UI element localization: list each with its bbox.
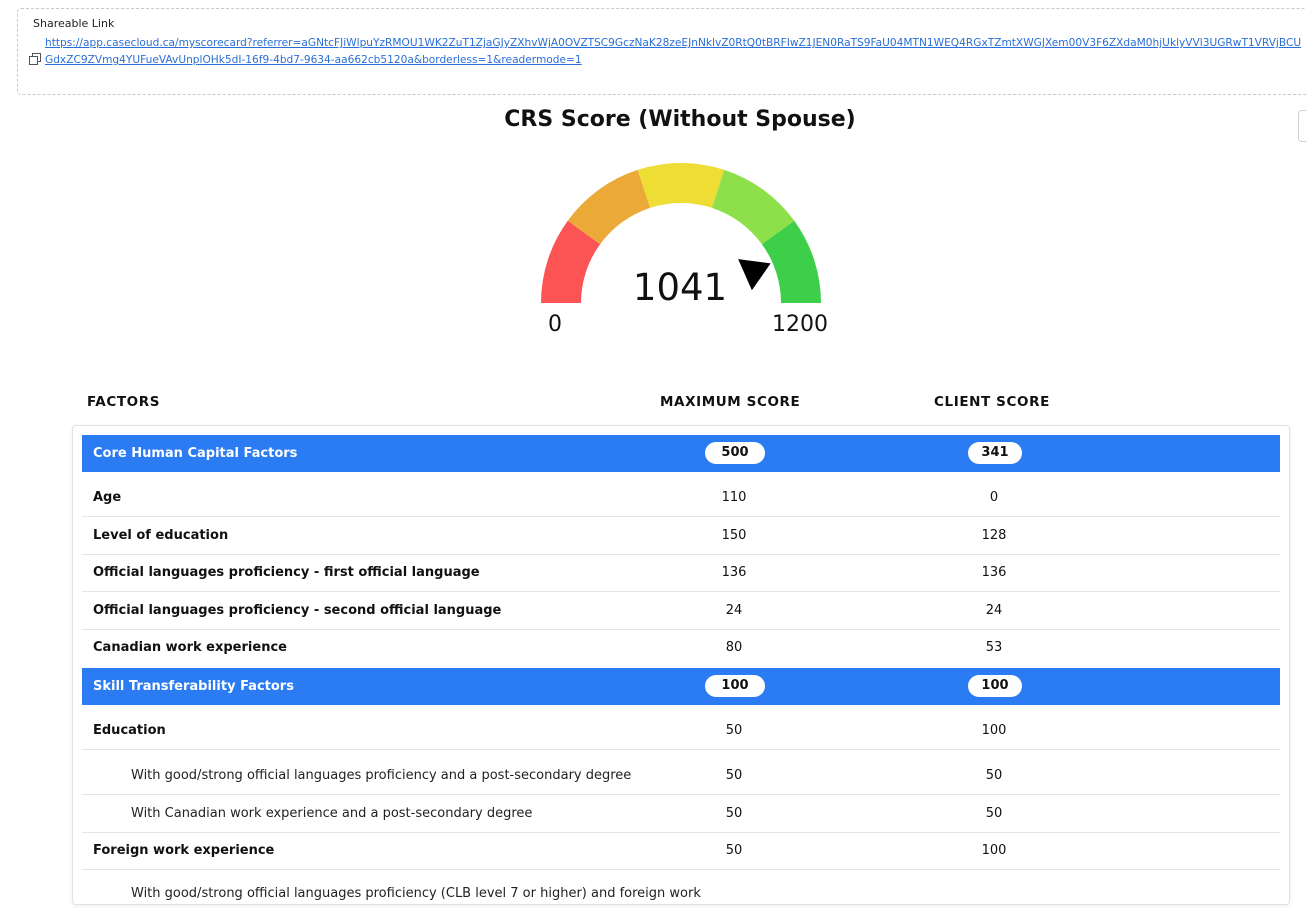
table-row: Level of education 150 128 [82,517,1280,555]
client-score: 128 [981,528,1007,543]
gauge-min-label: 0 [548,312,562,337]
factor-label: Level of education [93,528,229,543]
maximum-score-column-header: MAXIMUM SCORE [660,394,801,410]
gauge-pointer [738,259,771,291]
table-row: Canadian work experience 80 53 [82,630,1280,668]
gauge-segment [637,163,725,208]
shareable-link-label: Shareable Link [33,17,115,30]
factor-label: Official languages proficiency - first o… [93,565,480,580]
factor-label: Official languages proficiency - second … [93,603,502,618]
factor-label: With good/strong official languages prof… [131,886,701,901]
client-score: 53 [985,640,1003,655]
client-score: 136 [981,565,1007,580]
max-score-badge: 500 [705,442,765,464]
group-row-core-human-capital: Core Human Capital Factors 500 341 [82,435,1280,472]
max-score: 150 [721,528,747,543]
factor-label: With good/strong official languages prof… [131,768,632,783]
table-row: Official languages proficiency - second … [82,592,1280,630]
group-row-skill-transferability: Skill Transferability Factors 100 100 [82,668,1280,705]
max-score: 50 [725,806,743,821]
client-score: 50 [985,806,1003,821]
table-row: With good/strong official languages prof… [82,750,1280,795]
client-score: 100 [981,723,1007,738]
group-label: Skill Transferability Factors [93,679,294,694]
copy-icon[interactable] [29,53,41,65]
client-score: 24 [985,603,1003,618]
client-score: 100 [981,843,1007,858]
client-score: 0 [989,490,999,505]
client-score: 50 [985,768,1003,783]
factor-label: Age [93,490,122,505]
factor-label: Education [93,723,166,738]
client-score-badge: 341 [968,442,1022,464]
max-score: 50 [725,768,743,783]
shareable-link-box: Shareable Link https://app.casecloud.ca/… [17,8,1306,95]
max-score: 136 [721,565,747,580]
max-score: 110 [721,490,747,505]
table-row: With Canadian work experience and a post… [82,795,1280,833]
max-score-badge: 100 [705,675,765,697]
factor-label: Canadian work experience [93,640,287,655]
max-score: 24 [725,603,743,618]
table-row: Official languages proficiency - first o… [82,555,1280,592]
gauge-value: 1041 [632,266,728,309]
client-score-badge: 100 [968,675,1022,697]
factor-label: With Canadian work experience and a post… [131,806,533,821]
group-label: Core Human Capital Factors [93,446,298,461]
gauge-title: CRS Score (Without Spouse) [504,107,856,132]
table-row: Age 110 0 [82,479,1280,517]
shareable-link-url[interactable]: https://app.casecloud.ca/myscorecard?ref… [45,35,1305,87]
max-score: 80 [725,640,743,655]
table-row: Education 50 100 [82,712,1280,750]
gauge-max-label: 1200 [772,312,828,337]
max-score: 50 [725,723,743,738]
client-score-column-header: CLIENT SCORE [934,394,1050,410]
factor-label: Foreign work experience [93,843,275,858]
factors-column-header: FACTORS [87,394,161,410]
table-row: Foreign work experience 50 100 [82,833,1280,870]
table-row: With good/strong official languages prof… [82,870,1280,910]
max-score: 50 [725,843,743,858]
